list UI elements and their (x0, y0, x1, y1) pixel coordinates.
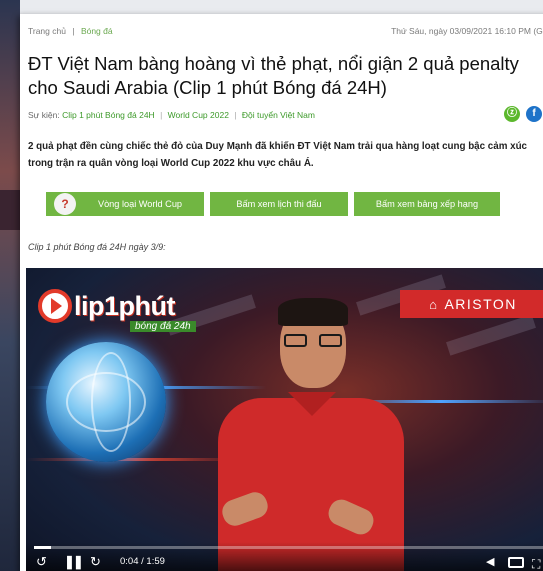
world-cup-qualifiers-button[interactable]: ? Vòng loại World Cup (46, 192, 204, 216)
sponsor-logo: ⌂ ARISTON (400, 290, 543, 318)
event-tag-separator: | (160, 110, 163, 120)
clip-logo-subtitle: bóng đá 24h (130, 320, 196, 332)
rewind-icon[interactable]: ↺ (36, 554, 47, 570)
progress-bar[interactable] (34, 546, 543, 549)
article-card: Trang chủ | Bóng đá Thứ Sáu, ngày 03/09/… (20, 14, 543, 571)
pause-icon[interactable]: ❚❚ (64, 554, 84, 570)
event-tag-vietnam-team[interactable]: Đội tuyển Việt Nam (242, 110, 315, 120)
football-graphic (46, 342, 166, 462)
background-page-edge (0, 0, 20, 571)
video-player[interactable]: lip1phút bóng đá 24h ⌂ ARISTON ↺ ❚❚ ↻ 0:… (26, 268, 543, 571)
light-streak (26, 458, 246, 461)
house-icon: ⌂ (429, 296, 439, 312)
event-tag-clip[interactable]: Clip 1 phút Bóng đá 24H (62, 110, 155, 120)
video-caption: Clip 1 phút Bóng đá 24H ngày 3/9: (28, 242, 166, 252)
fullscreen-icon[interactable]: ⛶ (532, 556, 540, 571)
breadcrumb-category[interactable]: Bóng đá (81, 26, 113, 36)
breadcrumb-home[interactable]: Trang chủ (28, 26, 66, 36)
trophy-icon: ? (54, 193, 76, 215)
ball-seam (91, 352, 131, 452)
captions-icon[interactable] (508, 557, 524, 568)
event-tags-label: Sự kiện: (28, 110, 60, 120)
facebook-icon[interactable]: f (526, 106, 542, 122)
play-logo-icon (38, 289, 72, 323)
article-lead: 2 quả phạt đền cùng chiếc thẻ đỏ của Duy… (28, 141, 528, 169)
world-cup-qualifiers-label: Vòng loại World Cup (97, 199, 183, 209)
forward-icon[interactable]: ↻ (90, 554, 101, 570)
quick-links: ? Vòng loại World Cup Bấm xem lịch thi đ… (46, 192, 500, 216)
publish-date: Thứ Sáu, ngày 03/09/2021 16:10 PM (GMT+ (391, 26, 543, 36)
clip-logo-word: lip1phút (74, 290, 175, 321)
presenter-hair (278, 298, 348, 326)
schedule-button[interactable]: Bấm xem lịch thi đấu (210, 192, 348, 216)
event-tag-separator: | (234, 110, 237, 120)
zalo-icon[interactable]: ⓩ (504, 106, 520, 122)
standings-button[interactable]: Bấm xem bảng xếp hạng (354, 192, 500, 216)
background-stripe (446, 314, 536, 356)
breadcrumb-separator: | (72, 26, 75, 36)
progress-fill (34, 546, 52, 549)
video-controls: ↺ ❚❚ ↻ 0:04 / 1:59 ◀ ⛶ (26, 542, 543, 571)
sponsor-name: ARISTON (444, 296, 517, 312)
presenter-glasses (284, 334, 342, 348)
event-tag-world-cup[interactable]: World Cup 2022 (168, 110, 229, 120)
article-title: ĐT Việt Nam bàng hoàng vì thẻ phạt, nổi … (28, 53, 519, 98)
breadcrumb: Trang chủ | Bóng đá (28, 26, 113, 36)
volume-icon[interactable]: ◀ (486, 554, 494, 570)
clip-logo: lip1phút bóng đá 24h (38, 286, 196, 332)
time-display: 0:04 / 1:59 (120, 556, 165, 567)
event-tags: Sự kiện: Clip 1 phút Bóng đá 24H | World… (28, 110, 315, 120)
